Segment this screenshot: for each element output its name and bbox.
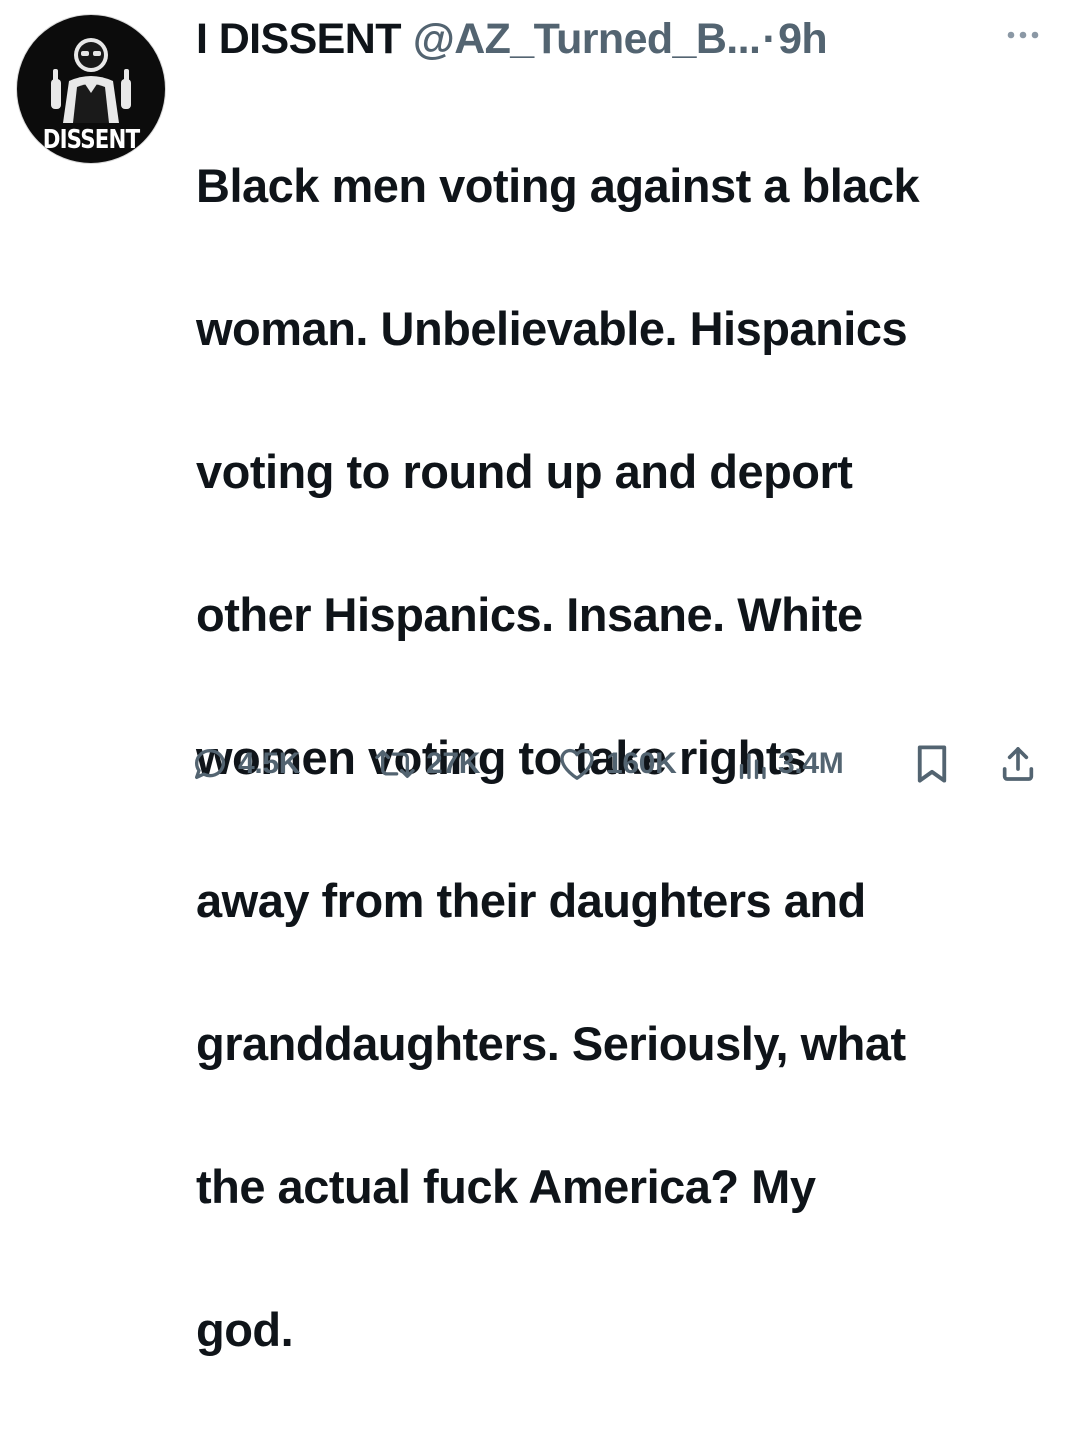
heart-icon <box>556 744 598 784</box>
timestamp[interactable]: 9h <box>778 15 828 64</box>
like-count: 160K <box>606 747 677 780</box>
reply-button[interactable]: 4.5K <box>190 738 300 790</box>
display-name[interactable]: I DISSENT <box>196 15 401 64</box>
share-icon <box>998 743 1038 785</box>
avatar[interactable]: DISSENT <box>16 14 166 164</box>
retweet-icon <box>372 744 418 784</box>
tweet-line: god. <box>196 1302 294 1356</box>
avatar-text: DISSENT <box>42 125 140 155</box>
tweet-line: the actual fuck America? My <box>196 1159 816 1213</box>
retweet-button[interactable]: 27K <box>372 738 480 790</box>
tweet-header: I DISSENT @AZ_Turned_B... · 9h <box>196 8 828 70</box>
tweet-line: voting to round up and deport <box>196 444 853 498</box>
tweet-line: woman. Unbelievable. Hispanics <box>196 301 908 355</box>
user-handle[interactable]: @AZ_Turned_B... <box>413 15 761 64</box>
more-horizontal-icon <box>1007 31 1039 39</box>
bookmark-icon <box>914 743 950 785</box>
like-button[interactable]: 160K <box>556 738 677 790</box>
tweet-line: Black men voting against a black <box>196 158 920 212</box>
tweet-line: other Hispanics. Insane. White <box>196 587 863 641</box>
share-button[interactable] <box>998 738 1038 790</box>
views-count: 3.4M <box>778 747 844 780</box>
more-options-button[interactable] <box>1000 20 1046 50</box>
tweet-line: granddaughters. Seriously, what <box>196 1016 906 1070</box>
reply-count: 4.5K <box>238 747 301 780</box>
views-button[interactable]: 3.4M <box>734 738 844 790</box>
retweet-count: 27K <box>426 747 481 780</box>
reply-icon <box>190 744 230 784</box>
views-icon <box>734 744 770 784</box>
separator-dot: · <box>762 14 777 63</box>
tweet-line: away from their daughters and <box>196 873 866 927</box>
action-bar: 4.5K 27K 160K 3.4M <box>190 738 1050 790</box>
bookmark-button[interactable] <box>914 738 950 790</box>
